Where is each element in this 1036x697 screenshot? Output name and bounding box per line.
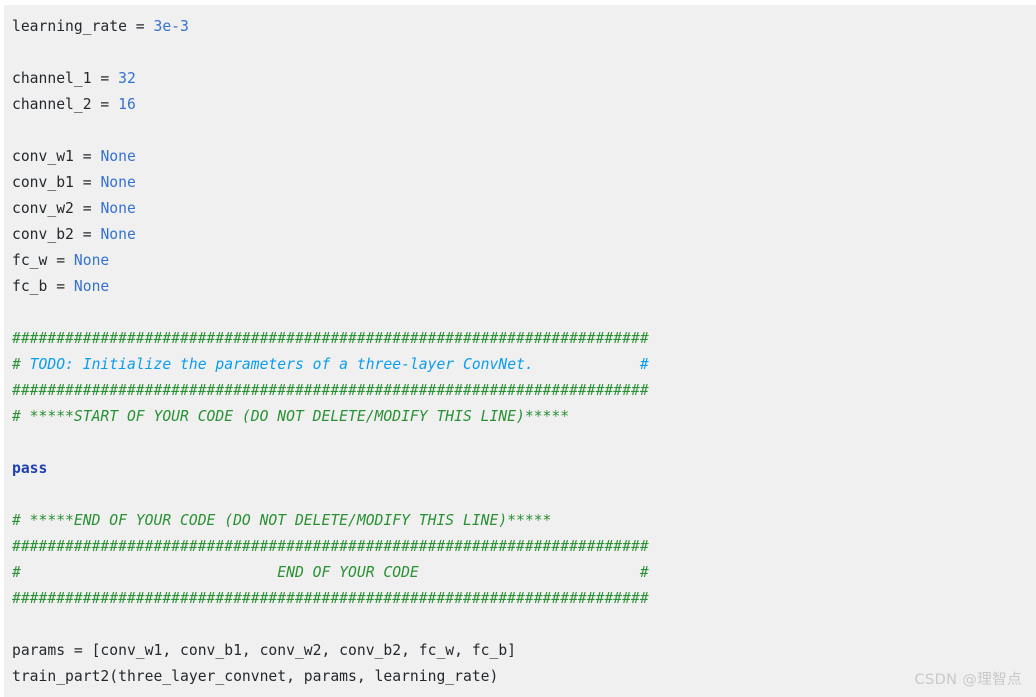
code-token-plain: conv_w1 = xyxy=(12,148,101,165)
code-line: channel_1 = 32 xyxy=(12,66,1036,92)
code-line: channel_2 = 16 xyxy=(12,92,1036,118)
code-line: ########################################… xyxy=(12,586,1036,612)
code-line: conv_b1 = None xyxy=(12,170,1036,196)
code-token-comment: # *****START OF YOUR CODE (DO NOT DELETE… xyxy=(12,408,570,425)
code-line: conv_w1 = None xyxy=(12,144,1036,170)
code-screenshot: learning_rate = 3e-3 channel_1 = 32 chann… xyxy=(0,0,1036,697)
code-line: conv_w2 = None xyxy=(12,196,1036,222)
code-line: params = [conv_w1, conv_b1, conv_w2, con… xyxy=(12,638,1036,664)
code-line: ########################################… xyxy=(12,534,1036,560)
code-line: ########################################… xyxy=(12,326,1036,352)
code-line: # *****END OF YOUR CODE (DO NOT DELETE/M… xyxy=(12,508,1036,534)
code-token-literal: None xyxy=(73,252,110,269)
code-line: fc_w = None xyxy=(12,248,1036,274)
code-token-hash: ########################################… xyxy=(12,382,649,399)
code-token-literal: 32 xyxy=(118,70,136,87)
code-line: # TODO: Initialize the parameters of a t… xyxy=(12,352,1036,378)
code-token-plain: channel_2 = xyxy=(12,96,119,113)
code-line: learning_rate = 3e-3 xyxy=(12,14,1036,40)
code-token-plain: conv_b1 = xyxy=(12,174,101,191)
code-token-plain: channel_1 = xyxy=(12,70,119,87)
code-line: fc_b = None xyxy=(12,274,1036,300)
code-token-plain: learning_rate = xyxy=(12,18,154,35)
code-token-keyword: pass xyxy=(12,460,48,477)
code-cell[interactable]: learning_rate = 3e-3 channel_1 = 32 chann… xyxy=(4,5,1036,697)
code-token-plain: conv_b2 = xyxy=(12,226,101,243)
code-token-hash: # xyxy=(12,356,21,373)
code-token-plain: fc_b = xyxy=(12,278,74,295)
code-line: pass xyxy=(12,456,1036,482)
code-line: train_part2(three_layer_convnet, params,… xyxy=(12,664,1036,690)
code-token-plain: params = [conv_w1, conv_b1, conv_w2, con… xyxy=(12,642,517,659)
code-token-plain: conv_w2 = xyxy=(12,200,101,217)
code-listing[interactable]: learning_rate = 3e-3 channel_1 = 32 chann… xyxy=(12,14,1036,690)
code-token-plain: fc_w = xyxy=(12,252,74,269)
code-token-plain: train_part2(three_layer_convnet, params,… xyxy=(12,668,499,685)
csdn-watermark: CSDN @理智点 xyxy=(914,672,1022,688)
code-line: conv_b2 = None xyxy=(12,222,1036,248)
code-token-literal: None xyxy=(100,148,136,165)
code-token-literal: 3e-3 xyxy=(153,18,189,35)
code-token-comment: # *****END OF YOUR CODE (DO NOT DELETE/M… xyxy=(12,512,552,529)
code-line: # END OF YOUR CODE # xyxy=(12,560,1036,586)
code-token-literal: None xyxy=(73,278,110,295)
code-token-literal: None xyxy=(100,174,136,191)
code-line: ########################################… xyxy=(12,378,1036,404)
code-token-todo: TODO: Initialize the parameters of a thr… xyxy=(20,356,649,373)
code-token-hash: ########################################… xyxy=(12,590,649,607)
code-token-literal: 16 xyxy=(118,96,136,113)
code-token-literal: None xyxy=(100,200,136,217)
code-token-comment: # END OF YOUR CODE # xyxy=(12,564,649,581)
code-token-hash: ########################################… xyxy=(12,538,649,555)
code-token-literal: None xyxy=(100,226,136,243)
code-line: # *****START OF YOUR CODE (DO NOT DELETE… xyxy=(12,404,1036,430)
code-token-hash: ########################################… xyxy=(12,330,649,347)
